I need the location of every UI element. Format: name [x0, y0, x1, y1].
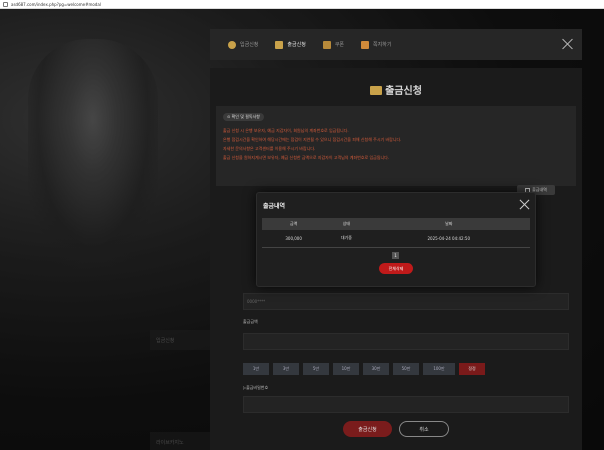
nav-coupon[interactable]: 쿠폰 — [322, 40, 345, 49]
amount-button-10k[interactable]: 1만 — [243, 363, 269, 375]
history-close-icon[interactable] — [519, 199, 530, 210]
history-modal-title: 출금내역 — [263, 203, 286, 210]
modal-close-icon[interactable] — [562, 38, 574, 50]
nav-deposit-label: 입금신청 — [240, 42, 259, 48]
table-row: 300,000 대기중 2025-04-24 04:42:50 — [262, 230, 530, 248]
url-text: asd687.com/index.php?pg=welcome#modal — [11, 1, 101, 7]
amount-button-300k[interactable]: 30만 — [363, 363, 389, 375]
notice-box: ⊙ 확인 및 필독사항 출금 신청 시 은행 보유자, 예금 지갑자이, 회원님… — [216, 106, 576, 186]
notice-line: 출금 신청을 원하지계시면 보유자, 예금 신청한 금액으로 지갑자이 고객님의… — [223, 155, 390, 160]
history-date: 2025-04-24 04:42:50 — [367, 230, 530, 248]
column-header: 상태 — [325, 218, 368, 230]
account-placeholder: 0000**** — [247, 299, 266, 304]
panel-title: 출금신청 — [210, 82, 582, 97]
coupon-icon — [322, 40, 331, 49]
amount-quick-buttons: 1만 3만 5만 10만 30만 50만 100만 정정 — [243, 363, 485, 375]
nav-withdraw-label: 출금신청 — [287, 42, 306, 48]
column-header: 날짜 — [367, 218, 530, 230]
amount-label: 출금금액 — [243, 319, 258, 324]
nav-deposit[interactable]: 입금신청 — [228, 40, 259, 49]
withdraw-submit-button[interactable]: 출금신청 — [343, 421, 392, 437]
notice-heading: ⊙ 확인 및 필독사항 — [223, 113, 264, 121]
password-label: ▷출금비밀번호 — [243, 385, 269, 390]
amount-button-500k[interactable]: 50만 — [393, 363, 419, 375]
modal-top-nav: 입금신청 출금신청 쿠폰 쪽지하기 — [210, 29, 582, 60]
column-header: 금액 — [262, 218, 326, 230]
amount-reset-button[interactable]: 정정 — [459, 363, 485, 375]
browser-url-bar[interactable]: asd687.com/index.php?pg=welcome#modal — [0, 0, 604, 9]
cancel-button[interactable]: 취소 — [399, 421, 449, 437]
nav-coupon-label: 쿠폰 — [334, 42, 345, 48]
amount-button-1m[interactable]: 100만 — [423, 363, 455, 375]
nav-withdraw[interactable]: 출금신청 — [275, 40, 306, 49]
history-amount: 300,000 — [262, 230, 326, 248]
nav-message-label: 쪽지하기 — [373, 42, 392, 48]
pagination-page[interactable]: 1 — [392, 252, 399, 259]
history-table: 금액 상태 날짜 300,000 대기중 2025-04-24 04:42:50 — [262, 218, 530, 248]
money-bag-icon — [228, 40, 236, 49]
delete-all-button[interactable]: 전체삭제 — [379, 263, 413, 274]
history-status: 대기중 — [325, 230, 368, 248]
amount-button-100k[interactable]: 10만 — [333, 363, 359, 375]
nav-message[interactable]: 쪽지하기 — [361, 40, 392, 49]
withdraw-history-modal: 출금내역 금액 상태 날짜 300,000 대기중 2025-04-24 04:… — [256, 192, 536, 287]
account-field[interactable] — [243, 293, 569, 310]
wallet-icon — [275, 40, 284, 49]
amount-input[interactable] — [243, 333, 569, 350]
notice-line: 자세한 문의사항은 고객센터를 이용해 주시기 바랍니다. — [223, 146, 316, 151]
amount-button-30k[interactable]: 3만 — [273, 363, 299, 375]
message-icon — [361, 40, 370, 49]
site-info-icon[interactable] — [3, 1, 8, 7]
wallet-title-icon — [370, 86, 383, 95]
password-input[interactable] — [243, 396, 569, 413]
notice-line: 출금 신청 시 은행 보유자, 예금 지갑자이, 회원님의 계좌번호로 입금됩니… — [223, 128, 349, 133]
page-background: 입금신청 라이브카지노 입금신청 출금신청 쿠폰 쪽지하기 출금신청 ⊙ 확인 … — [0, 9, 604, 450]
history-header-row: 금액 상태 날짜 — [262, 218, 530, 230]
submit-row: 출금신청 취소 — [210, 421, 582, 437]
notice-line: 은행 점검시간을 확인하여 해당시간에는 점검이 지연될 수 있으니 점검시간을… — [223, 137, 402, 142]
amount-button-50k[interactable]: 5만 — [303, 363, 329, 375]
